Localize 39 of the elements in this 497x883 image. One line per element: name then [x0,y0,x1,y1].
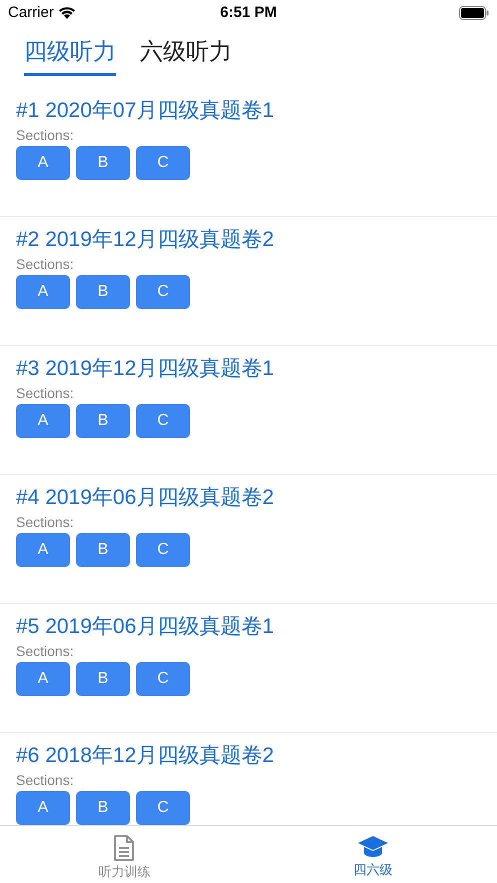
section-button[interactable]: B [76,662,130,696]
tab-bar-item[interactable]: 听力训练 [0,826,248,883]
sections-label: Sections: [16,512,74,530]
section-button[interactable]: C [136,790,190,824]
sections-label: Sections: [16,642,74,660]
tab-bar-item[interactable]: 四六级 [248,826,497,883]
section-button[interactable]: C [136,662,190,696]
paper-title[interactable]: #5 2019年06月四级真题卷1 [16,612,274,642]
section-button[interactable]: C [136,146,190,180]
section-button[interactable]: C [136,532,190,566]
section-button[interactable]: B [76,790,130,824]
section-button[interactable]: A [16,662,70,696]
sections-label: Sections: [16,384,74,402]
wifi-icon [58,6,76,20]
section-button[interactable]: A [16,532,70,566]
section-button[interactable]: B [76,146,130,180]
section-button[interactable]: A [16,790,70,824]
tab[interactable]: 六级听力 [140,34,232,76]
paper-title[interactable]: #3 2019年12月四级真题卷1 [16,354,274,384]
graduation-cap-icon [356,834,389,860]
paper-title[interactable]: #1 2020年07月四级真题卷1 [16,96,274,126]
sections-label: Sections: [16,770,74,788]
sections-label: Sections: [16,126,74,144]
section-button[interactable]: C [136,404,190,438]
section-button[interactable]: A [16,146,70,180]
paper-title[interactable]: #2 2019年12月四级真题卷2 [16,224,274,254]
section-button[interactable]: B [76,532,130,566]
tab[interactable]: 四级听力 [24,34,116,76]
section-button[interactable]: A [16,404,70,438]
paper-title[interactable]: #6 2018年12月四级真题卷2 [16,740,274,770]
status-time: 6:51 PM [220,2,277,23]
carrier-label: Carrier [8,2,54,23]
section-button[interactable]: A [16,274,70,308]
section-button[interactable]: C [136,274,190,308]
paper-title[interactable]: #4 2019年06月四级真题卷2 [16,482,274,512]
section-button[interactable]: B [76,404,130,438]
section-button[interactable]: B [76,274,130,308]
sections-label: Sections: [16,254,74,272]
battery-icon [458,6,489,20]
